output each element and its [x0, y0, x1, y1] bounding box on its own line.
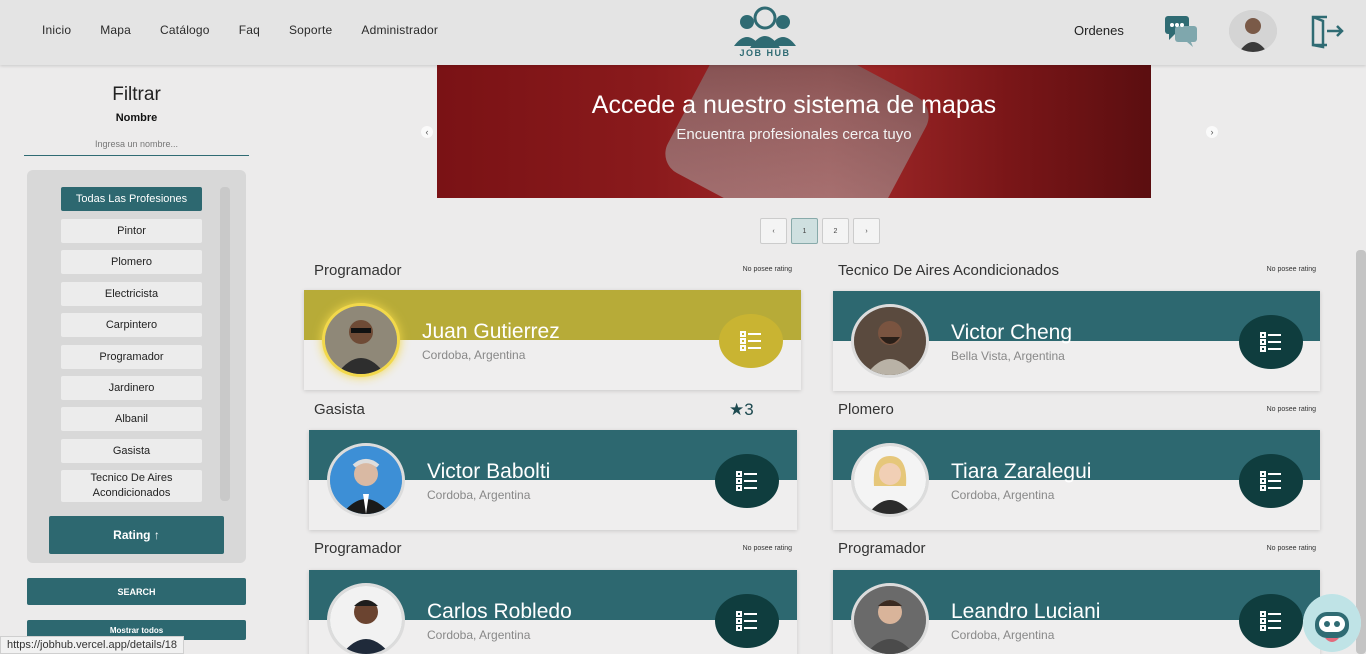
list-icon: [740, 331, 761, 351]
card-details-button[interactable]: [1239, 454, 1303, 508]
card-profession: Programador: [314, 262, 402, 279]
main-nav: Inicio Mapa Catálogo Faq Soporte Adminis…: [42, 23, 467, 37]
card-name: Leandro Luciani: [951, 600, 1101, 623]
hero-carousel: Accede a nuestro sistema de mapas Encuen…: [437, 65, 1151, 198]
card-rating: 3: [744, 400, 754, 419]
profession-item-plomero[interactable]: Plomero: [61, 250, 202, 274]
profession-item-jardinero[interactable]: Jardinero: [61, 376, 202, 400]
nav-soporte-link[interactable]: Soporte: [289, 23, 332, 37]
nav-catalogo-link[interactable]: Catálogo: [160, 23, 210, 37]
ordenes-link[interactable]: Ordenes: [1074, 23, 1124, 38]
top-navbar: Inicio Mapa Catálogo Faq Soporte Adminis…: [0, 0, 1366, 65]
pagination: ‹ 1 2 ›: [760, 218, 880, 244]
page-scrollbar[interactable]: [1356, 250, 1366, 654]
profession-item-gasista[interactable]: Gasista: [61, 439, 202, 463]
card-avatar: [322, 303, 400, 377]
nav-administrador-link[interactable]: Administrador: [361, 23, 438, 37]
search-button[interactable]: SEARCH: [27, 578, 246, 605]
pagination-page-1[interactable]: 1: [791, 218, 818, 244]
card-rating: No posee rating: [1266, 406, 1316, 413]
profession-item-carpintero[interactable]: Carpintero: [61, 313, 202, 337]
card-location: Cordoba, Argentina: [427, 488, 531, 502]
profession-list-scrollbar[interactable]: [220, 187, 230, 501]
name-filter-label: Nombre: [115, 112, 158, 124]
card-rating: No posee rating: [1266, 545, 1316, 552]
card-details-button[interactable]: [715, 594, 779, 648]
status-bar-url: https://jobhub.vercel.app/details/18: [0, 636, 185, 654]
card-avatar: [851, 304, 929, 378]
card-profession: Gasista: [314, 401, 365, 418]
card-rating: No posee rating: [742, 545, 792, 552]
pagination-prev-button[interactable]: ‹: [760, 218, 787, 244]
card-name: Victor Babolti: [427, 460, 551, 483]
card-details-button[interactable]: [715, 454, 779, 508]
list-icon: [736, 611, 757, 631]
list-icon: [1260, 332, 1281, 352]
logo-text: JOB HUB: [739, 48, 791, 58]
name-search-input[interactable]: [24, 132, 249, 156]
card-rating: No posee rating: [1266, 266, 1316, 273]
jobhub-logo[interactable]: JOB HUB: [730, 6, 800, 60]
pagination-page-2[interactable]: 2: [822, 218, 849, 244]
card-name: Juan Gutierrez: [422, 320, 560, 343]
profession-item-tecnico-aires[interactable]: Tecnico De Aires Acondicionados: [61, 470, 202, 502]
card-details-button[interactable]: [719, 314, 783, 368]
carousel-next-button[interactable]: ›: [1206, 126, 1218, 138]
pagination-next-button[interactable]: ›: [853, 218, 880, 244]
card-name: Victor Cheng: [951, 321, 1073, 344]
professional-card[interactable]: Victor Babolti Cordoba, Argentina: [309, 430, 797, 530]
list-icon: [1260, 471, 1281, 491]
professional-card[interactable]: Juan Gutierrez Cordoba, Argentina: [304, 290, 801, 390]
card-name: Carlos Robledo: [427, 600, 572, 623]
professional-card[interactable]: Victor Cheng Bella Vista, Argentina: [833, 291, 1320, 391]
nav-inicio-link[interactable]: Inicio: [42, 23, 71, 37]
filter-title: Filtrar: [112, 84, 161, 105]
profession-item-albanil[interactable]: Albanil: [61, 407, 202, 431]
card-details-button[interactable]: [1239, 315, 1303, 369]
profession-item-pintor[interactable]: Pintor: [61, 219, 202, 243]
card-avatar: [851, 443, 929, 517]
card-avatar: [327, 443, 405, 517]
rating-sort-button[interactable]: Rating ↑: [49, 516, 224, 554]
professional-card[interactable]: Leandro Luciani Cordoba, Argentina: [833, 570, 1320, 654]
star-icon: ★: [729, 400, 745, 419]
card-rating: No posee rating: [742, 266, 792, 273]
list-icon: [736, 471, 757, 491]
card-avatar: [851, 583, 929, 654]
card-profession: Plomero: [838, 401, 894, 418]
profession-item-todas[interactable]: Todas Las Profesiones: [61, 187, 202, 211]
professional-card[interactable]: Tiara Zaralegui Cordoba, Argentina: [833, 430, 1320, 530]
nav-faq-link[interactable]: Faq: [239, 23, 260, 37]
list-icon: [1260, 611, 1281, 631]
banner-subtitle: Encuentra profesionales cerca tuyo: [676, 126, 912, 143]
nav-mapa-link[interactable]: Mapa: [100, 23, 131, 37]
card-location: Bella Vista, Argentina: [951, 349, 1065, 363]
card-profession: Programador: [838, 540, 926, 557]
card-rating-value: ★3: [729, 400, 754, 420]
user-avatar[interactable]: [1229, 10, 1277, 52]
chat-icon[interactable]: [1163, 14, 1199, 48]
card-profession: Tecnico De Aires Acondicionados: [838, 262, 1059, 279]
chatbot-icon[interactable]: [1303, 594, 1361, 652]
card-name: Tiara Zaralegui: [951, 460, 1092, 483]
card-avatar: [327, 583, 405, 654]
card-profession: Programador: [314, 540, 402, 557]
card-location: Cordoba, Argentina: [951, 488, 1055, 502]
card-location: Cordoba, Argentina: [427, 628, 531, 642]
logout-icon[interactable]: [1309, 13, 1345, 49]
professional-card[interactable]: Carlos Robledo Cordoba, Argentina: [309, 570, 797, 654]
card-details-button[interactable]: [1239, 594, 1303, 648]
carousel-prev-button[interactable]: ‹: [421, 126, 433, 138]
profession-item-programador[interactable]: Programador: [61, 345, 202, 369]
profession-item-electricista[interactable]: Electricista: [61, 282, 202, 306]
card-location: Cordoba, Argentina: [951, 628, 1055, 642]
logo-people-icon: [734, 6, 796, 48]
card-location: Cordoba, Argentina: [422, 348, 526, 362]
banner-title: Accede a nuestro sistema de mapas: [591, 91, 997, 119]
